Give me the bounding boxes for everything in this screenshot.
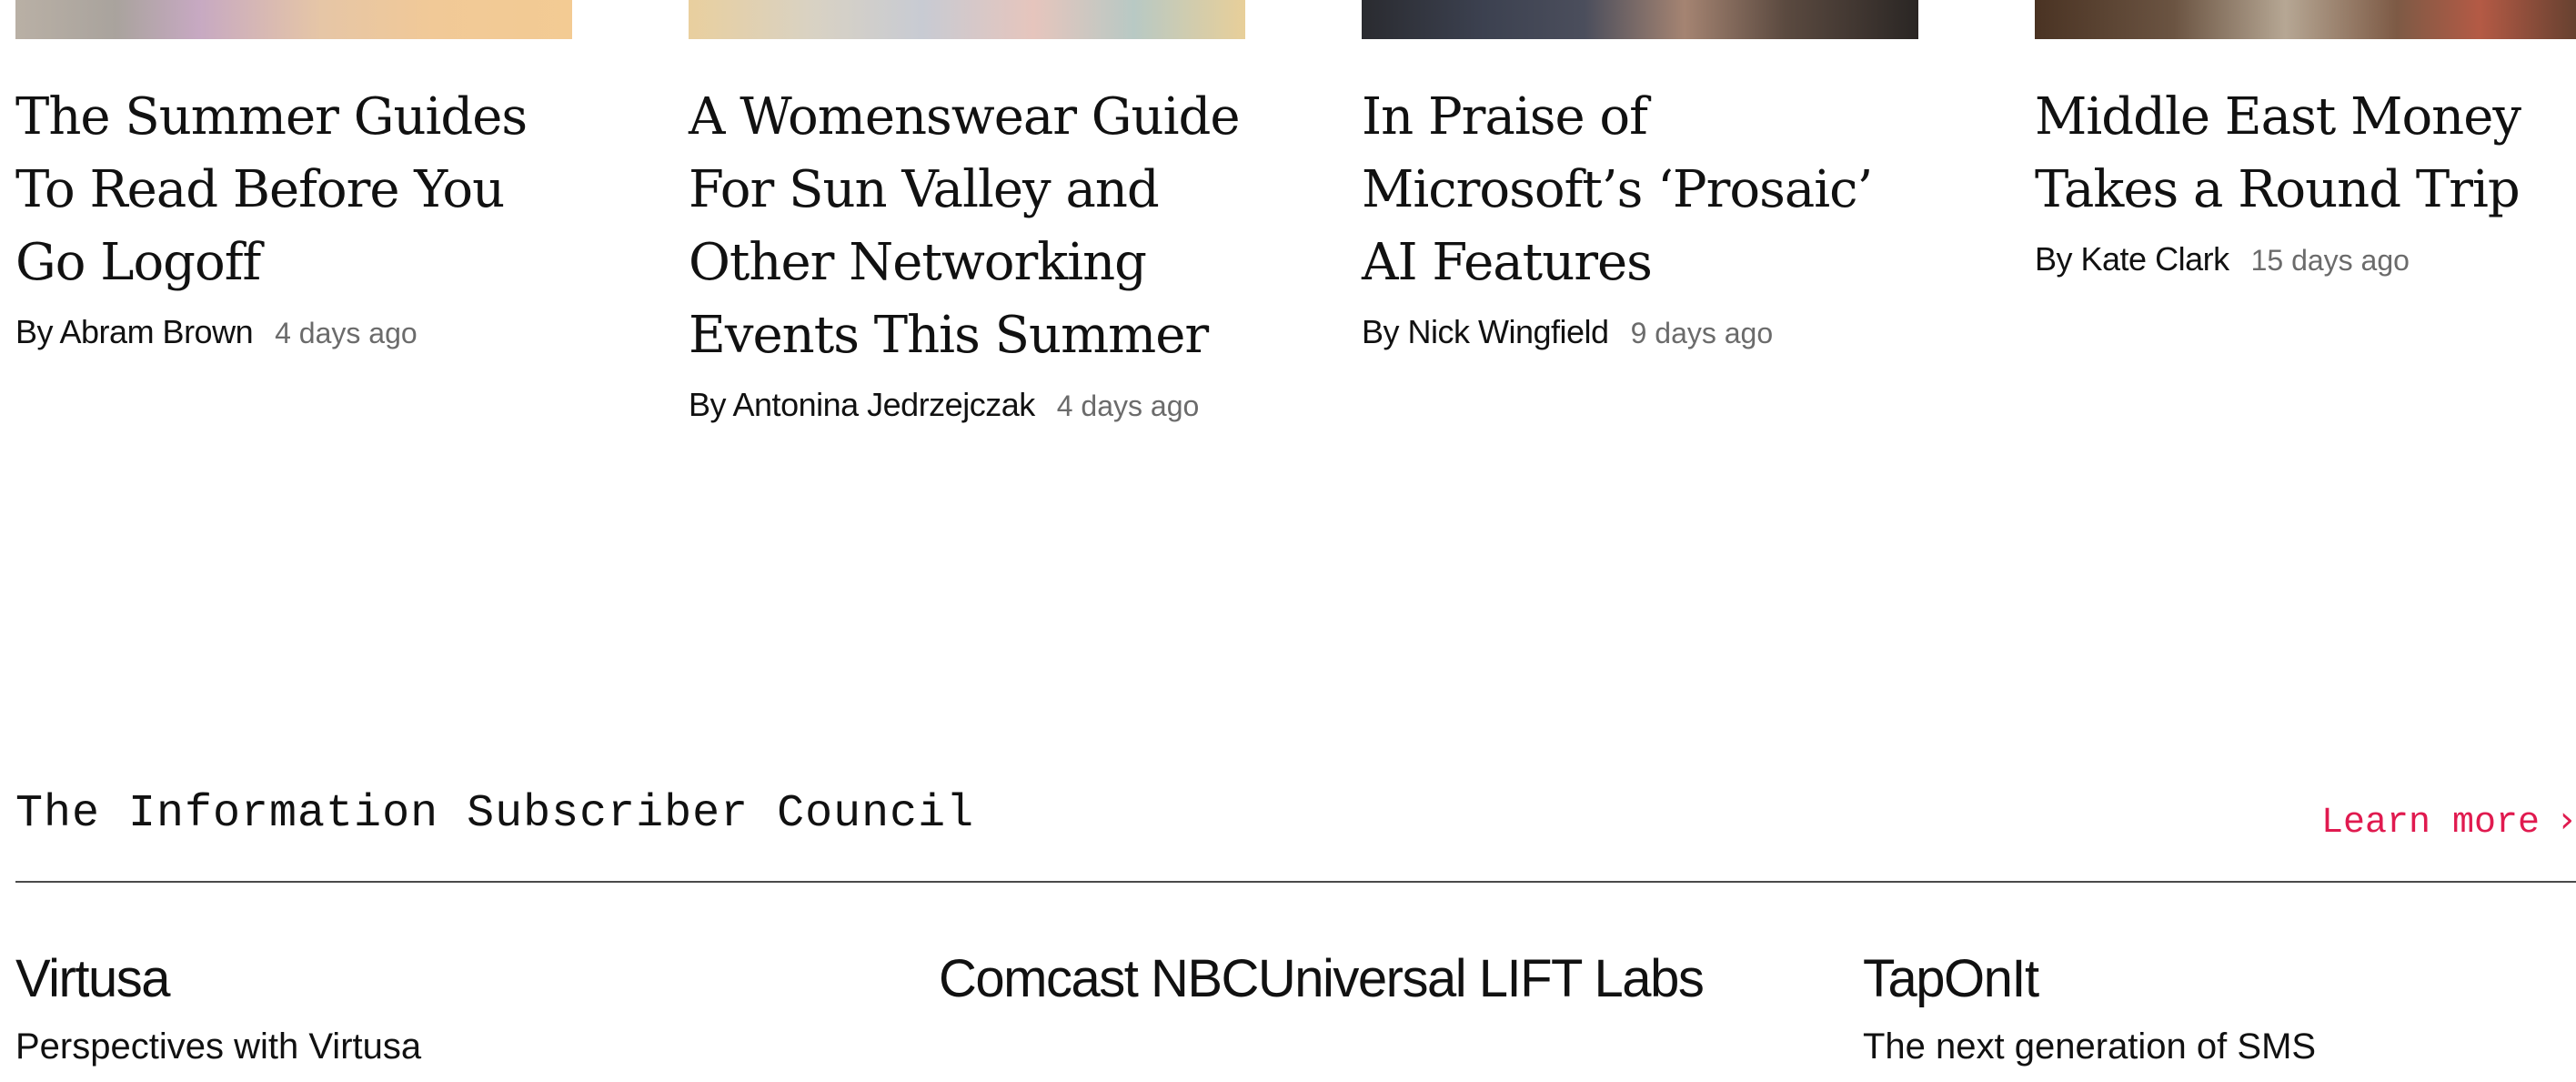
council-member-name[interactable]: Comcast NBCUniversal LIFT Labs — [939, 946, 1721, 1012]
article-meta: By Nick Wingfield 9 days ago — [1362, 312, 1918, 352]
article-thumbnail[interactable] — [2035, 0, 2576, 39]
council-member-name[interactable]: Virtusa — [15, 946, 834, 1012]
article-thumbnail[interactable] — [689, 0, 1245, 39]
council-member-description: Perspectives with Virtusa — [15, 1026, 422, 1067]
council-member-virtusa[interactable]: Virtusa Perspectives with Virtusa — [15, 946, 834, 1072]
article-headline[interactable]: The Summer Guides To Read Before You Go … — [15, 81, 572, 299]
article-card[interactable]: Middle East Money Takes a Round Trip By … — [2035, 0, 2576, 279]
article-card[interactable]: The Summer Guides To Read Before You Go … — [15, 0, 572, 352]
article-meta: By Kate Clark 15 days ago — [2035, 239, 2576, 279]
chevron-right-icon: › — [2560, 799, 2575, 841]
article-author: By Kate Clark — [2035, 240, 2229, 278]
article-grid: The Summer Guides To Read Before You Go … — [0, 0, 2576, 564]
article-date: 4 days ago — [275, 317, 418, 349]
article-headline[interactable]: A Womenswear Guide For Sun Valley and Ot… — [689, 81, 1245, 372]
council-members: Virtusa Perspectives with Virtusa Comcas… — [0, 946, 2576, 1082]
council-title: The Information Subscriber Council — [15, 788, 975, 840]
article-thumbnail[interactable] — [1362, 0, 1918, 39]
article-meta: By Antonina Jedrzejczak 4 days ago — [689, 385, 1245, 425]
section-divider — [15, 881, 2576, 883]
article-date: 15 days ago — [2250, 244, 2410, 277]
learn-more-label: Learn more — [2321, 803, 2541, 844]
article-author: By Nick Wingfield — [1362, 313, 1609, 350]
article-headline[interactable]: Middle East Money Takes a Round Trip — [2035, 81, 2576, 227]
subscriber-council-header: The Information Subscriber Council Learn… — [15, 774, 2576, 883]
article-card[interactable]: In Praise of Microsoft’s ‘Prosaic’ AI Fe… — [1362, 0, 1918, 352]
learn-more-link[interactable]: Learn more › — [2321, 779, 2574, 865]
council-member-taponit[interactable]: TapOnIt The next generation of SMS — [1863, 946, 2554, 1072]
article-author: By Abram Brown — [15, 313, 254, 350]
article-card[interactable]: A Womenswear Guide For Sun Valley and Ot… — [689, 0, 1245, 425]
article-author: By Antonina Jedrzejczak — [689, 386, 1035, 423]
council-member-comcast[interactable]: Comcast NBCUniversal LIFT Labs — [939, 946, 1721, 1021]
article-date: 9 days ago — [1630, 317, 1774, 349]
article-thumbnail[interactable] — [15, 0, 572, 39]
council-member-description: The next generation of SMS — [1863, 1026, 2317, 1067]
article-meta: By Abram Brown 4 days ago — [15, 312, 572, 352]
council-member-name[interactable]: TapOnIt — [1863, 946, 2554, 1012]
article-date: 4 days ago — [1056, 389, 1200, 422]
article-headline[interactable]: In Praise of Microsoft’s ‘Prosaic’ AI Fe… — [1362, 81, 1918, 299]
